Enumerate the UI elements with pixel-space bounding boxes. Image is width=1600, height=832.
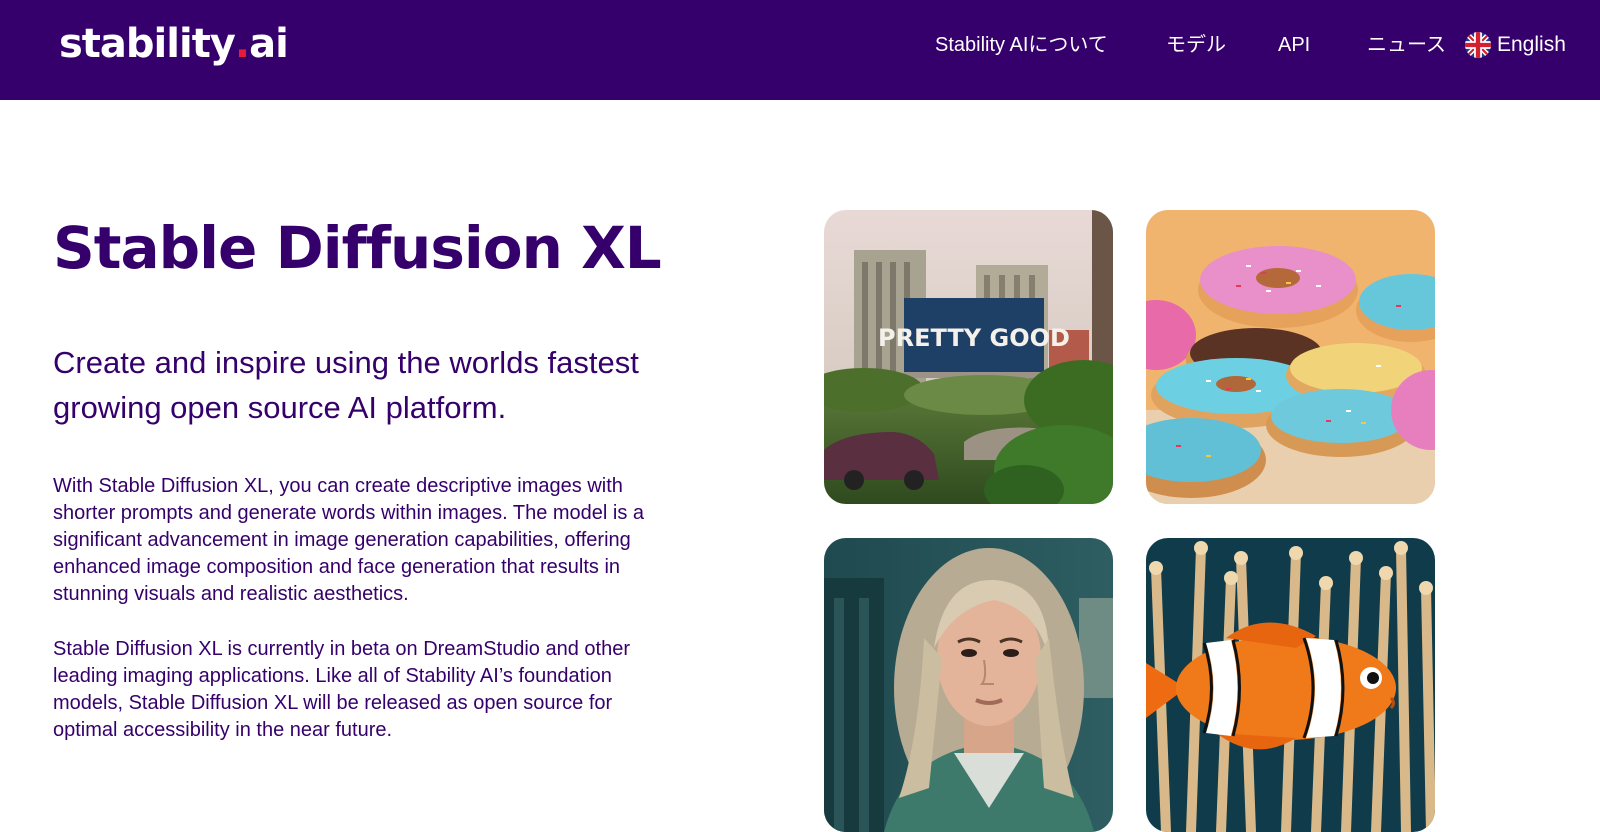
gallery-image-billboard: PRETTY GOOD [824,210,1113,504]
nav-about[interactable]: Stability AIについて [935,32,1108,58]
top-navigation-bar: stability. ai Stability AIについて モデル API ニュ… [0,0,1600,100]
hero-subtitle-line-1: Create and inspire using the worlds fast… [53,345,639,380]
description-paragraph-1: With Stable Diffusion XL, you can create… [53,475,645,605]
billboard-text: PRETTY GOOD [878,324,1070,352]
gallery-image-donuts [1146,210,1435,504]
language-selector[interactable]: English [1465,32,1566,58]
nav-news[interactable]: ニュース [1367,32,1446,58]
main-nav: Stability AIについて モデル API ニュース English [0,0,1600,100]
gallery-image-portrait [824,538,1113,832]
page-title: Stable Diffusion XL [53,214,662,282]
uk-flag-icon [1465,32,1491,58]
hero-subtitle-line-2: growing open source AI platform. [53,390,507,425]
gallery-image-clownfish [1146,538,1435,832]
description-paragraph-2: Stable Diffusion XL is currently in beta… [53,638,630,741]
nav-models[interactable]: モデル [1166,32,1226,58]
hero-subtitle: Create and inspire using the worlds fast… [53,340,693,430]
nav-api[interactable]: API [1278,32,1310,58]
language-label: English [1497,33,1566,56]
